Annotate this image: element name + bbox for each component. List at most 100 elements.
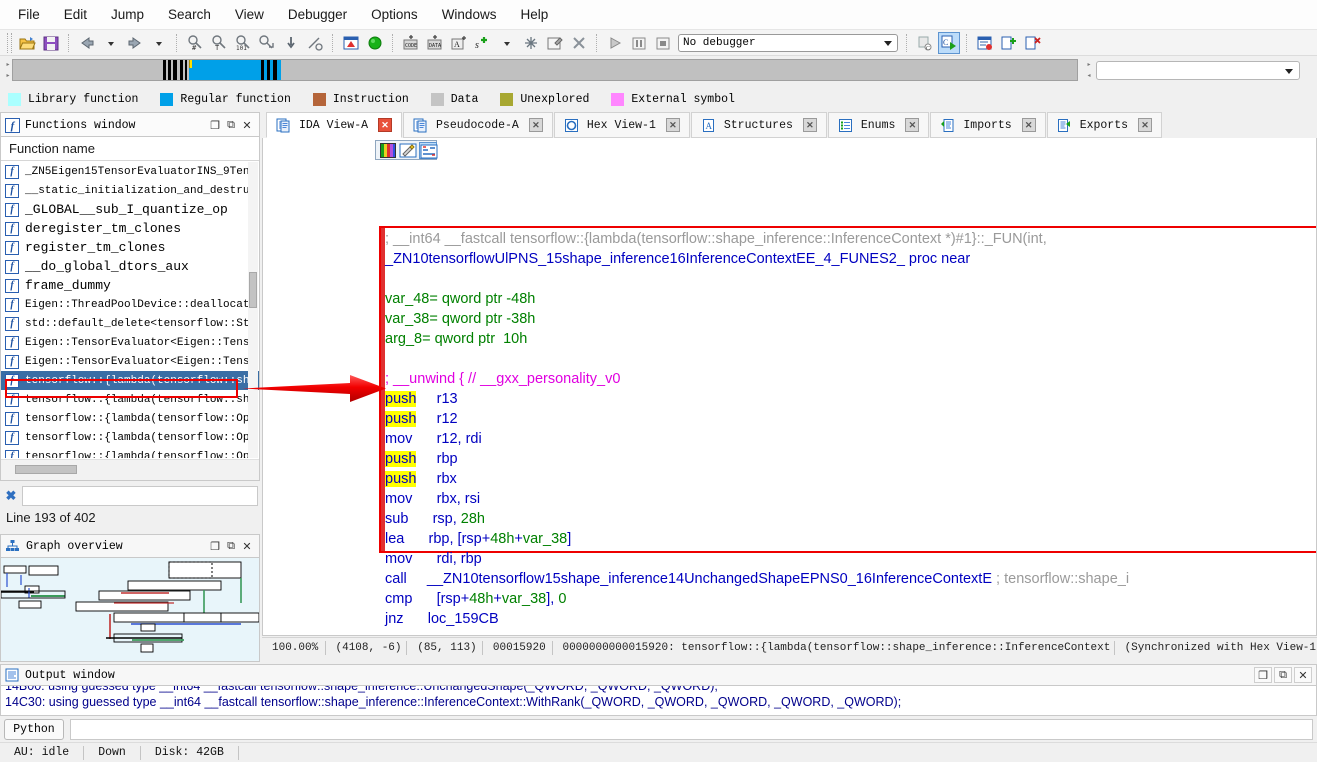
filter-input[interactable] <box>22 486 258 506</box>
functions-horizontal-scrollbar[interactable] <box>1 459 259 480</box>
disassembly-line[interactable]: mov rdi, rbp <box>385 549 1129 569</box>
disassembly-line[interactable]: push r12 <box>385 409 1129 429</box>
disassembly-line[interactable] <box>385 349 1129 369</box>
restore-icon[interactable]: ⧉ <box>223 538 239 554</box>
disassembly-line[interactable]: push rbp <box>385 449 1129 469</box>
menu-edit[interactable]: Edit <box>52 3 99 26</box>
scrollbar-thumb[interactable] <box>15 465 77 474</box>
close-icon[interactable]: ✕ <box>378 118 393 132</box>
tab-pseudocode-a[interactable]: Pseudocode-A ✕ <box>403 112 553 138</box>
scrollbar-thumb[interactable] <box>249 272 257 308</box>
disassembly-line[interactable]: call __ZN10tensorflow15shape_inference14… <box>385 569 1129 589</box>
jump-xref-icon[interactable] <box>304 32 326 54</box>
close-icon[interactable]: ✕ <box>665 118 680 132</box>
cli-input[interactable] <box>70 718 1313 740</box>
make-struct-dropdown-icon[interactable] <box>496 32 518 54</box>
disassembly-line[interactable]: ; __int64 __fastcall tensorflow::{lambda… <box>385 229 1129 249</box>
debugger-select[interactable]: No debugger <box>678 33 898 52</box>
new-breakpoint-icon[interactable] <box>974 32 996 54</box>
close-icon[interactable]: ✕ <box>239 538 255 554</box>
function-name-column-header[interactable]: Function name <box>1 137 259 161</box>
function-list-item[interactable]: f tensorflow::{lambda(tensorflow::OpK <box>1 447 259 458</box>
function-list-item[interactable]: f __static_initialization_and_destruc <box>1 181 259 200</box>
disassembly-line[interactable]: mov r12, rdi <box>385 429 1129 449</box>
navcombo-grip[interactable]: ▸ ◂ <box>1084 59 1094 81</box>
make-struct-icon[interactable]: s <box>472 32 494 54</box>
search-hash-icon[interactable]: # <box>184 32 206 54</box>
back-dropdown-icon[interactable] <box>100 32 122 54</box>
navband-grip[interactable]: ▸ ▸ <box>4 59 12 81</box>
function-list-item[interactable]: f __do_global_dtors_aux <box>1 257 259 276</box>
pause-icon[interactable] <box>628 32 650 54</box>
menu-windows[interactable]: Windows <box>430 3 509 26</box>
function-list-item[interactable]: f tensorflow::{lambda(tensorflow::OpK <box>1 409 259 428</box>
disassembly-line[interactable]: push rbx <box>385 469 1129 489</box>
disassembly-line[interactable]: push r13 <box>385 389 1129 409</box>
edit-func-icon[interactable] <box>544 32 566 54</box>
toolbar-grip[interactable] <box>7 32 12 53</box>
function-list-item[interactable]: f deregister_tm_clones <box>1 219 259 238</box>
make-data-icon[interactable]: DATA <box>424 32 446 54</box>
maximize-icon[interactable]: ❐ <box>207 118 223 134</box>
menu-file[interactable]: File <box>6 3 52 26</box>
graph-overview-canvas[interactable] <box>0 558 260 662</box>
back-icon[interactable] <box>76 32 98 54</box>
menu-help[interactable]: Help <box>508 3 560 26</box>
menu-search[interactable]: Search <box>156 3 223 26</box>
tab-structures[interactable]: A Structures ✕ <box>690 112 827 138</box>
close-icon[interactable]: ✕ <box>528 118 543 132</box>
restore-icon[interactable]: ⧉ <box>1274 667 1292 683</box>
close-icon[interactable]: ✕ <box>802 118 817 132</box>
make-array-icon[interactable] <box>520 32 542 54</box>
jump-down-icon[interactable] <box>280 32 302 54</box>
disassembly-line[interactable]: sub rsp, 28h <box>385 509 1129 529</box>
function-list-item[interactable]: f Eigen::ThreadPoolDevice::deallocate <box>1 295 259 314</box>
cli-language-button[interactable]: Python <box>4 718 64 740</box>
color-palette-icon[interactable] <box>379 142 397 159</box>
close-icon[interactable]: ✕ <box>1294 667 1312 683</box>
search-binary-icon[interactable]: 101 <box>232 32 254 54</box>
function-list-item[interactable]: f tensorflow::{lambda(tensorflow::OpK <box>1 428 259 447</box>
function-list-item[interactable]: f frame_dummy <box>1 276 259 295</box>
function-list-item[interactable]: f _GLOBAL__sub_I_quantize_op <box>1 200 259 219</box>
open-icon[interactable] <box>16 32 38 54</box>
decompile-off-icon[interactable]: C <box>914 32 936 54</box>
function-list-item[interactable]: f tensorflow::{lambda(tensorflow::sh <box>1 371 259 390</box>
disassembly-line[interactable]: jnz loc_159CB <box>385 609 1129 629</box>
tab-hex-view-1[interactable]: Hex View-1 ✕ <box>553 112 690 138</box>
warning-icon[interactable] <box>340 32 362 54</box>
functions-vertical-scrollbar[interactable] <box>248 162 258 458</box>
save-icon[interactable] <box>40 32 62 54</box>
restore-icon[interactable]: ⧉ <box>223 118 239 134</box>
decompile-icon[interactable]: C <box>938 31 960 54</box>
disassembly-line[interactable]: cmp [rsp+48h+var_38], 0 <box>385 589 1129 609</box>
del-breakpoint-icon[interactable] <box>1022 32 1044 54</box>
tab-imports[interactable]: Imports ✕ <box>930 112 1046 138</box>
function-list-item[interactable]: f tensorflow::{lambda(tensorflow::sha <box>1 390 259 409</box>
function-list-item[interactable]: f register_tm_clones <box>1 238 259 257</box>
run-green-icon[interactable] <box>364 32 386 54</box>
tab-enums[interactable]: Enums ✕ <box>827 112 930 138</box>
add-breakpoint-icon[interactable] <box>998 32 1020 54</box>
function-list-item[interactable]: f _ZN5Eigen15TensorEvaluatorINS_9Tens <box>1 162 259 181</box>
run-icon[interactable] <box>604 32 626 54</box>
menu-debugger[interactable]: Debugger <box>276 3 359 26</box>
function-list-item[interactable]: f Eigen::TensorEvaluator<Eigen::Tenso <box>1 352 259 371</box>
jump-combo[interactable] <box>1096 60 1300 80</box>
disassembly-line[interactable]: ; __unwind { // __gxx_personality_v0 <box>385 369 1129 389</box>
disassembly-line[interactable]: lea rbp, [rsp+48h+var_38] <box>385 529 1129 549</box>
close-icon[interactable]: ✕ <box>905 118 920 132</box>
disassembly-line[interactable]: _ZN10tensorflowUlPNS_15shape_inference16… <box>385 249 1129 269</box>
menu-view[interactable]: View <box>223 3 276 26</box>
search-next-icon[interactable] <box>256 32 278 54</box>
forward-icon[interactable] <box>124 32 146 54</box>
search-text-icon[interactable]: T <box>208 32 230 54</box>
disassembly-canvas[interactable]: ; __int64 __fastcall tensorflow::{lambda… <box>379 164 1316 635</box>
close-icon[interactable]: ✕ <box>1138 118 1153 132</box>
disassembly-line[interactable]: var_38= qword ptr -38h <box>385 309 1129 329</box>
graph-toggle-icon[interactable] <box>419 141 438 159</box>
disassembly-line[interactable]: mov rbx, rsi <box>385 489 1129 509</box>
clear-filter-icon[interactable]: ✖ <box>0 488 22 504</box>
close-icon[interactable]: ✕ <box>1021 118 1036 132</box>
stop-icon[interactable] <box>652 32 674 54</box>
